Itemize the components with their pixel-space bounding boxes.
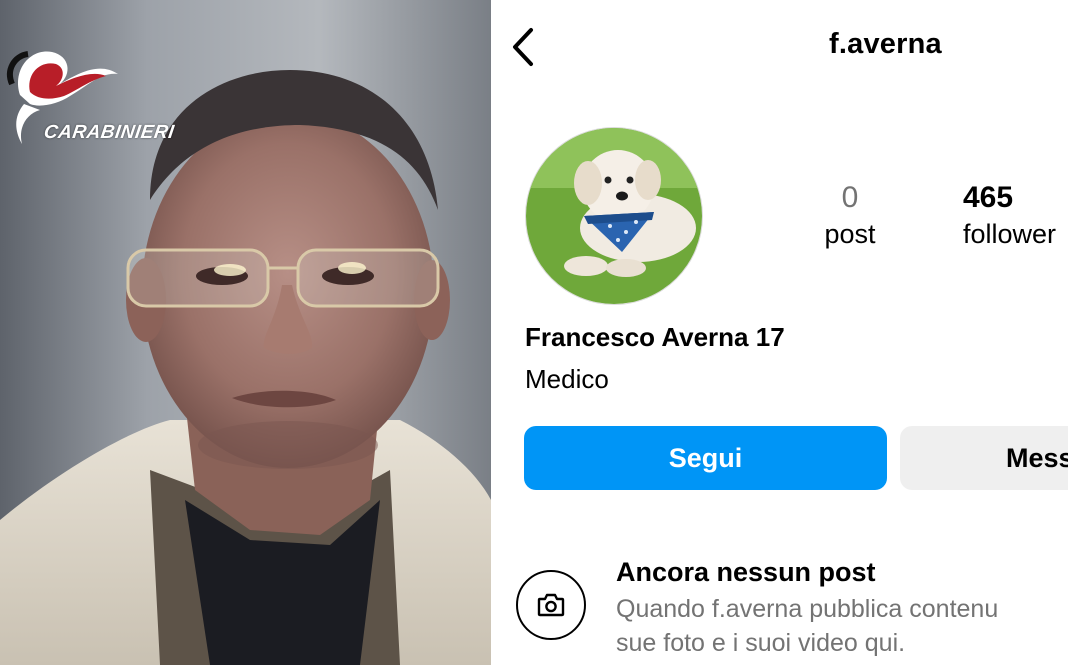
- instagram-profile: f.averna 0 post 465 follower Francesco A…: [493, 0, 1068, 665]
- message-button[interactable]: Mess: [900, 426, 1068, 490]
- dog-avatar-image: [526, 128, 702, 304]
- followers-count-label: follower: [963, 219, 1057, 249]
- empty-posts-description-line2: sue foto e i suoi video qui.: [616, 629, 906, 657]
- camera-icon-circle: [516, 570, 586, 640]
- carabinieri-logo-text: CARABINIERI: [42, 122, 176, 143]
- follow-button[interactable]: Segui: [524, 426, 887, 490]
- mugshot-photo: CARABINIERI: [0, 0, 491, 665]
- empty-posts-description-line1: Quando f.averna pubblica contenu: [616, 595, 999, 623]
- empty-posts-description: Quando f.averna pubblica contenu sue fot…: [616, 592, 998, 660]
- profile-avatar[interactable]: [525, 127, 703, 305]
- profile-username-title: f.averna: [829, 28, 942, 60]
- posts-count-value: 0: [841, 181, 859, 214]
- posts-count-label: post: [824, 219, 876, 249]
- followers-count[interactable]: 465 follower: [963, 180, 1068, 252]
- chevron-left-icon: [513, 28, 533, 66]
- profile-bio: Medico: [525, 364, 609, 394]
- posts-count[interactable]: 0 post: [803, 180, 897, 252]
- profile-full-name: Francesco Averna 17: [525, 322, 785, 352]
- empty-posts-title: Ancora nessun post: [616, 557, 876, 587]
- back-button[interactable]: [507, 25, 541, 69]
- followers-count-value: 465: [963, 181, 1014, 214]
- mugshot-illustration: [0, 0, 491, 665]
- camera-icon: [537, 593, 565, 617]
